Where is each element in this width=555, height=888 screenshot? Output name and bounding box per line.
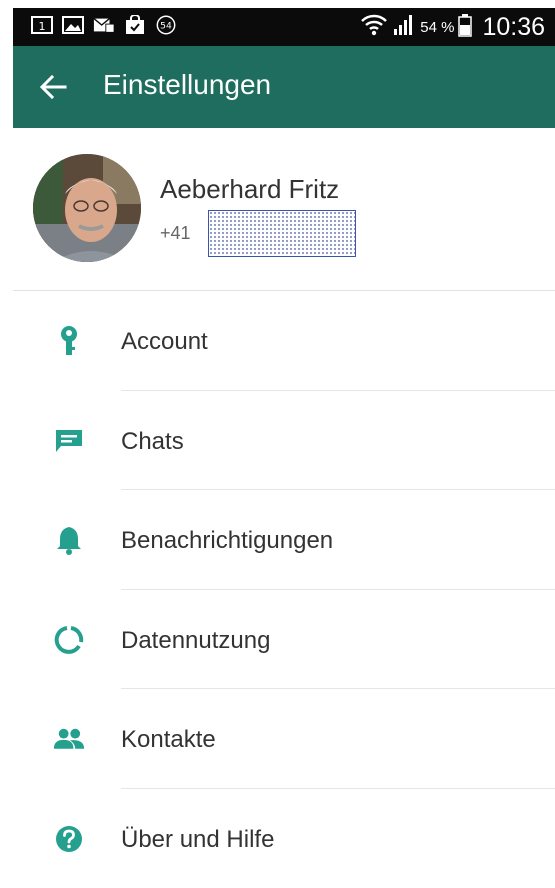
key-icon — [53, 325, 85, 357]
menu-item-label: Kontakte — [121, 726, 216, 754]
menu-item-kontakte[interactable]: Kontakte — [13, 689, 555, 789]
menu-item-label: Chats — [121, 428, 184, 456]
menu-item-label: Benachrichtigungen — [121, 527, 333, 555]
sim-card-icon: 1 — [31, 15, 53, 35]
help-icon — [53, 823, 85, 855]
app-toolbar: Einstellungen — [13, 46, 555, 128]
clock: 10:36 — [482, 13, 545, 42]
profile-name: Aeberhard Fritz — [160, 174, 339, 205]
menu-item-datennutzung[interactable]: Datennutzung — [13, 590, 555, 690]
data-usage-icon — [53, 624, 85, 656]
redacted-phone-number — [208, 210, 356, 257]
page-title: Einstellungen — [103, 69, 271, 101]
battery-icon — [458, 13, 472, 42]
menu-item-account[interactable]: Account — [13, 291, 555, 391]
menu-item-benachrichtigungen[interactable]: Benachrichtigungen — [13, 490, 555, 590]
bell-icon — [53, 524, 85, 556]
menu-item-label: Account — [121, 328, 208, 356]
wifi-icon — [360, 13, 388, 42]
battery-percent: 54 % — [420, 19, 454, 36]
menu-item-label: Datennutzung — [121, 627, 270, 655]
back-arrow-icon[interactable] — [39, 74, 67, 100]
menu-item-ueber-und-hilfe[interactable]: Über und Hilfe — [13, 789, 555, 888]
svg-text:54: 54 — [160, 21, 172, 32]
profile-phone: +41 — [160, 223, 191, 244]
avatar[interactable] — [33, 154, 141, 262]
signal-strength-icon — [392, 13, 416, 42]
menu-item-chats[interactable]: Chats — [13, 391, 555, 491]
notification-count-badge-icon: 54 — [155, 15, 177, 35]
message-icon — [93, 15, 115, 35]
settings-menu: Account Chats Benachrichtigungen Datennu… — [13, 291, 555, 888]
system-icons: 54 % 10:36 — [360, 11, 545, 43]
status-bar: 1 54 54 % 10:36 — [13, 8, 555, 46]
profile-header[interactable]: Aeberhard Fritz +41 — [13, 128, 555, 290]
shopping-bag-icon — [124, 15, 146, 35]
notification-icons: 1 54 — [31, 15, 177, 35]
contacts-icon — [53, 723, 85, 755]
chat-icon — [53, 425, 85, 457]
svg-text:1: 1 — [39, 20, 46, 33]
menu-item-label: Über und Hilfe — [121, 826, 274, 854]
gallery-icon — [62, 15, 84, 35]
